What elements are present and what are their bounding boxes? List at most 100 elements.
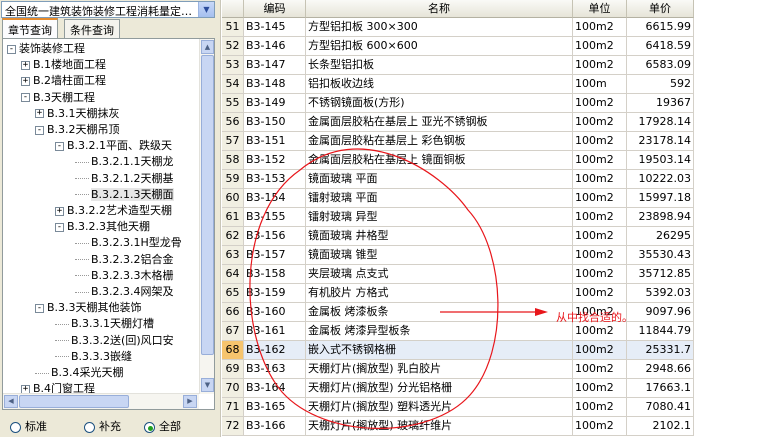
header-name[interactable]: 名称 — [306, 0, 573, 18]
cell-unit: 100m2 — [573, 94, 627, 113]
cell-name: 镜面玻璃 平面 — [306, 170, 573, 189]
cell-name: 镭射玻璃 异型 — [306, 208, 573, 227]
collapse-icon[interactable]: - — [21, 93, 30, 103]
collapse-icon[interactable]: - — [35, 303, 44, 313]
tree-node[interactable]: B.3.2.1.1天棚龙 — [75, 154, 174, 170]
collapse-icon[interactable]: - — [55, 222, 64, 232]
radio-icon — [144, 421, 155, 433]
tree-vertical-scrollbar[interactable]: ▲ ▼ — [199, 39, 214, 394]
tree-node[interactable]: B.3.3.1天棚灯槽 — [55, 316, 154, 332]
collapse-icon[interactable]: - — [55, 141, 64, 151]
cell-price: 592 — [627, 75, 694, 94]
tree-node-label: B.3.4采光天棚 — [51, 366, 124, 379]
tree-node-label: B.3.3.3嵌缝 — [71, 349, 133, 363]
cell-code: B3-154 — [244, 189, 306, 208]
cell-unit: 100m2 — [573, 56, 627, 75]
scroll-right-icon[interactable]: ▶ — [183, 395, 197, 408]
cell-price: 10222.03 — [627, 170, 694, 189]
cell-code: B3-155 — [244, 208, 306, 227]
row-number: 66 — [222, 303, 244, 322]
tree-node[interactable]: + B.3.2.2艺术造型天棚 — [55, 203, 172, 219]
tree-node[interactable]: B.3.2.3.3木格栅 — [75, 268, 174, 284]
tree-node-label: B.3.2.3.4网架及 — [91, 285, 174, 298]
row-number: 72 — [222, 417, 244, 436]
row-number: 63 — [222, 246, 244, 265]
tree-node[interactable]: + B.3.1天棚抹灰 — [35, 106, 120, 122]
cell-name: 铝扣板收边线 — [306, 75, 573, 94]
cell-name: 嵌入式不锈钢格栅 — [306, 341, 573, 360]
quota-library-select[interactable]: 全国统一建筑装饰装修工程消耗量定… ▼ — [1, 1, 215, 18]
tree-node[interactable]: - B.3.3天棚其他装饰 — [35, 300, 142, 316]
scroll-thumb[interactable] — [201, 55, 214, 355]
tree-node-label: B.3.2.3其他天棚 — [67, 220, 151, 234]
tree-node[interactable]: - B.3.2.1平面、跌级天 — [55, 138, 172, 154]
header-rownum — [222, 0, 244, 18]
tree-node[interactable]: B.3.3.2送(回)风口安 — [55, 333, 174, 349]
tab-chapter-query[interactable]: 章节查询 — [2, 18, 58, 38]
cell-price: 6418.59 — [627, 37, 694, 56]
row-number: 51 — [222, 18, 244, 37]
annotation-note: 从中找合适的。 — [556, 311, 633, 324]
cell-price: 17928.14 — [627, 113, 694, 132]
tree-horizontal-scrollbar[interactable]: ◀ ▶ — [3, 393, 199, 409]
scroll-left-icon[interactable]: ◀ — [4, 395, 18, 408]
cell-name: 长条型铝扣板 — [306, 56, 573, 75]
panel-splitter[interactable] — [218, 0, 221, 437]
cell-code: B3-146 — [244, 37, 306, 56]
cell-code: B3-151 — [244, 132, 306, 151]
tree-branch-connector — [75, 275, 89, 277]
tree-node[interactable]: + B.1楼地面工程 — [21, 57, 106, 73]
collapse-icon[interactable]: - — [35, 125, 44, 135]
expand-icon[interactable]: + — [55, 206, 64, 216]
cell-price: 15997.18 — [627, 189, 694, 208]
header-unit[interactable]: 单位 — [573, 0, 627, 18]
radio-all[interactable]: 全部 — [144, 418, 181, 434]
cell-code: B3-153 — [244, 170, 306, 189]
chevron-down-icon[interactable]: ▼ — [198, 2, 214, 17]
header-price[interactable]: 单价 — [627, 0, 694, 18]
collapse-icon[interactable]: - — [7, 44, 16, 54]
row-number: 70 — [222, 379, 244, 398]
cell-unit: 100m2 — [573, 341, 627, 360]
radio-icon — [10, 421, 21, 433]
row-number: 65 — [222, 284, 244, 303]
header-code[interactable]: 编码 — [244, 0, 306, 18]
tree-node[interactable]: B.3.3.3嵌缝 — [55, 349, 132, 365]
quota-table: 编码 名称 单位 单价 51 B3-145 方型铝扣板 300×300 100m2 66… — [222, 0, 694, 437]
tree-node[interactable]: B.3.2.3.2铝合金 — [75, 252, 174, 268]
row-number: 71 — [222, 398, 244, 417]
radio-supplement[interactable]: 补充 — [84, 418, 121, 434]
tree-node[interactable]: - B.3天棚工程 — [21, 90, 95, 106]
tree-node[interactable]: - B.3.2.3其他天棚 — [55, 219, 150, 235]
cell-name: 金属面层胶粘在基层上 镜面铜板 — [306, 151, 573, 170]
scroll-up-icon[interactable]: ▲ — [201, 40, 214, 54]
cell-name: 有机胶片 方格式 — [306, 284, 573, 303]
scroll-down-icon[interactable]: ▼ — [201, 378, 214, 392]
tree-node[interactable]: B.3.2.1.2天棚基 — [75, 171, 174, 187]
chapter-tree[interactable]: - 装饰装修工程 + B.1楼地面工程 + B.2墙柱面工程 - B.3天棚工程 + B.3.1天… — [2, 38, 215, 410]
row-number: 62 — [222, 227, 244, 246]
cell-unit: 100m2 — [573, 417, 627, 436]
radio-standard[interactable]: 标准 — [10, 418, 47, 434]
tree-branch-connector — [75, 194, 89, 196]
row-number: 60 — [222, 189, 244, 208]
tree-node-label: B.1楼地面工程 — [33, 58, 107, 72]
cell-unit: 100m2 — [573, 170, 627, 189]
cell-code: B3-147 — [244, 56, 306, 75]
tab-condition-query[interactable]: 条件查询 — [64, 19, 120, 38]
tree-node[interactable]: - 装饰装修工程 — [7, 41, 85, 57]
tree-node-label: B.3.2.3.1H型龙骨 — [91, 236, 182, 250]
tree-node[interactable]: B.3.2.1.3天棚面 — [75, 187, 174, 203]
expand-icon[interactable]: + — [21, 76, 30, 86]
expand-icon[interactable]: + — [21, 60, 30, 70]
tree-node[interactable]: B.3.2.3.4网架及 — [75, 284, 174, 300]
expand-icon[interactable]: + — [35, 109, 44, 119]
tree-node-label: B.3.1天棚抹灰 — [47, 106, 120, 120]
tree-node[interactable]: B.3.4采光天棚 — [35, 365, 124, 381]
tree-node[interactable]: B.3.2.3.1H型龙骨 — [75, 235, 182, 251]
row-number: 58 — [222, 151, 244, 170]
tree-node[interactable]: - B.3.2天棚吊顶 — [35, 122, 120, 138]
cell-unit: 100m2 — [573, 132, 627, 151]
scroll-thumb[interactable] — [19, 395, 129, 408]
tree-node[interactable]: + B.2墙柱面工程 — [21, 73, 106, 89]
